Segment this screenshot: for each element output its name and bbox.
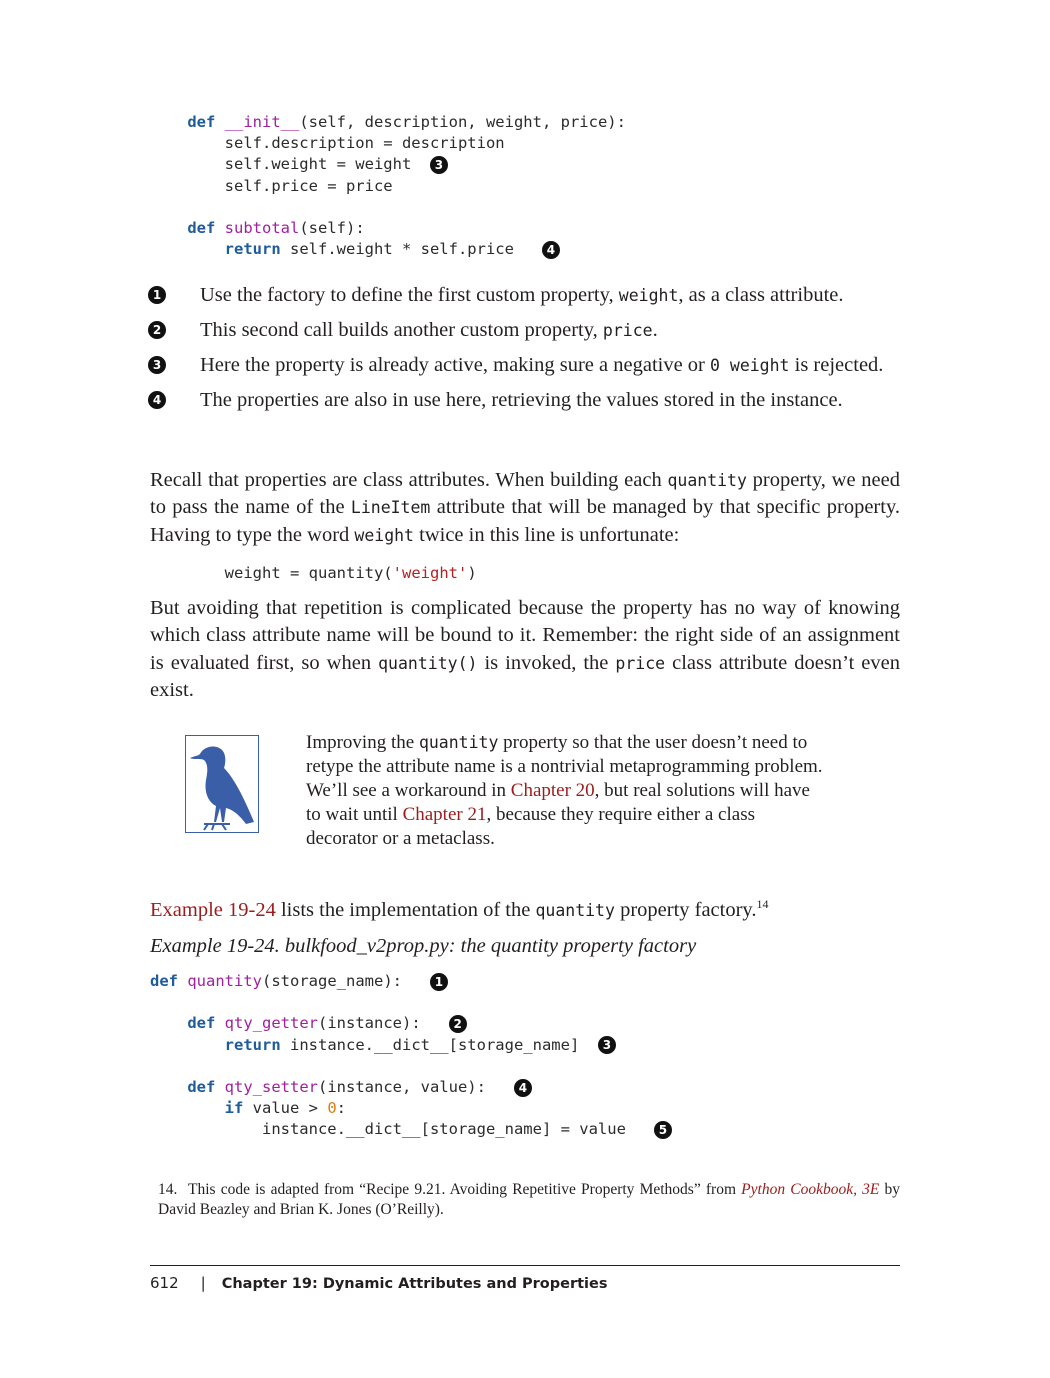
callout-text: .	[652, 319, 658, 341]
callout-list: 1 Use the factory to define the first cu…	[148, 282, 900, 422]
chapter-20-link[interactable]: Chapter 20	[511, 780, 595, 801]
getter-function-name: qty_getter	[224, 1014, 318, 1033]
body-paragraph: But avoiding that repetition is complica…	[150, 595, 900, 704]
callout-number: 2	[148, 321, 166, 339]
callout-text: , as a class attribute.	[678, 284, 844, 306]
code-line-weight: self.weight = weight	[224, 155, 412, 174]
chapter-21-link[interactable]: Chapter 21	[403, 804, 487, 825]
body-paragraph: Example 19-24 lists the implementation o…	[150, 891, 900, 924]
if-keyword: if	[224, 1099, 244, 1118]
callout-text: The properties are also in use here, ret…	[200, 389, 843, 411]
code-string: 'weight'	[392, 564, 468, 582]
code-paren: )	[467, 564, 477, 582]
return-expression: self.weight * self.price	[290, 240, 514, 259]
colon: :	[336, 1099, 347, 1118]
python-cookbook-link[interactable]: Python Cookbook, 3E	[741, 1181, 879, 1198]
inline-code: 0 weight	[710, 356, 790, 375]
page-footer: 612 | Chapter 19: Dynamic Attributes and P…	[150, 1272, 608, 1295]
code-line-description: self.description = description	[224, 134, 505, 153]
code-operator: =	[280, 564, 309, 582]
def-keyword: def	[187, 113, 216, 131]
def-keyword: def	[187, 219, 216, 238]
inline-code: weight	[354, 525, 414, 545]
setter-args: (instance, value):	[318, 1078, 486, 1097]
callout-marker-5: 5	[653, 1120, 672, 1139]
callout-text: Here the property is already active, mak…	[200, 354, 711, 376]
inline-code: quantity	[418, 733, 499, 752]
callout-item: 2 This second call builds another custom…	[148, 317, 900, 344]
subtotal-args: (self):	[299, 219, 365, 238]
callout-number: 1	[148, 286, 166, 304]
callout-marker-3: 3	[429, 155, 448, 174]
number-literal: 0	[327, 1099, 337, 1118]
text: Recall that properties are class attribu…	[150, 469, 668, 491]
body-paragraph: Recall that properties are class attribu…	[150, 467, 900, 549]
callout-number: 4	[148, 391, 166, 409]
callout-text: is rejected.	[789, 354, 884, 376]
inline-code: price	[615, 653, 666, 673]
def-keyword: def	[187, 1014, 216, 1033]
example-19-24-link[interactable]: Example 19-24	[150, 899, 276, 921]
callout-marker-4: 4	[513, 1078, 532, 1097]
text: This code is adapted from “Recipe 9.21. …	[188, 1181, 742, 1198]
callout-item: 3 Here the property is already active, m…	[148, 352, 900, 379]
code-line-example: weight = quantity('weight')	[150, 563, 477, 584]
def-keyword: def	[187, 1078, 216, 1097]
def-keyword: def	[150, 972, 178, 990]
footer-separator: |	[200, 1274, 206, 1292]
return-keyword: return	[224, 1035, 281, 1054]
init-method-name: __init__	[224, 113, 300, 131]
callout-marker-3: 3	[597, 1036, 616, 1055]
callout-marker-4: 4	[541, 240, 560, 259]
return-keyword: return	[224, 240, 281, 259]
code-lhs: weight	[224, 564, 281, 582]
crow-icon	[185, 735, 259, 833]
code-call: quantity(	[308, 564, 393, 582]
footer-rule	[150, 1265, 900, 1266]
subtotal-method-name: subtotal	[224, 219, 300, 238]
setter-function-name: qty_setter	[224, 1078, 318, 1097]
footnote-ref-14[interactable]: 14	[756, 897, 768, 911]
getter-args: (instance):	[318, 1014, 421, 1033]
footnote-14: 14. This code is adapted from “Recipe 9.2…	[158, 1180, 900, 1220]
inline-code: quantity	[535, 900, 615, 920]
code-block-bottom: def quantity(storage_name): 1 def qty_ge…	[150, 971, 672, 1141]
assign-statement: instance.__dict__[storage_name] = value	[261, 1120, 626, 1139]
return-expression: instance.__dict__[storage_name]	[290, 1035, 580, 1054]
callout-item: 4 The properties are also in use here, r…	[148, 387, 900, 414]
callout-item: 1 Use the factory to define the first cu…	[148, 282, 900, 309]
running-chapter-title: Chapter 19: Dynamic Attributes and Prope…	[221, 1276, 608, 1292]
factory-args: (storage_name):	[262, 972, 402, 990]
inline-code: price	[602, 321, 653, 340]
callout-number: 3	[148, 356, 166, 374]
callout-text: This second call builds another custom p…	[200, 319, 603, 341]
callout-marker-1: 1	[429, 972, 448, 991]
inline-code: quantity()	[378, 653, 478, 673]
code-line-price: self.price = price	[224, 176, 393, 195]
footnote-number: 14.	[158, 1181, 178, 1198]
text: lists the implementation of the	[275, 898, 536, 921]
callout-marker-2: 2	[448, 1014, 467, 1033]
code-block-top: def __init__(self, description, weight, …	[150, 112, 626, 260]
inline-code: weight	[618, 286, 679, 305]
init-args: (self, description, weight, price):	[299, 113, 626, 131]
page-number: 612	[150, 1274, 179, 1292]
inline-code: quantity	[667, 471, 747, 490]
example-caption: Example 19-24. bulkfood_v2prop.py: the q…	[150, 935, 697, 957]
text: Improving the	[306, 732, 419, 753]
note-text: Improving the quantity property so that …	[306, 731, 828, 851]
text: twice in this line is unfortunate:	[414, 523, 680, 546]
inline-code: LineItem	[350, 498, 431, 518]
factory-function-name: quantity	[187, 972, 262, 990]
callout-text: Use the factory to define the first cust…	[200, 284, 619, 306]
text: property factory.	[614, 898, 757, 921]
text: is invoked, the	[477, 651, 616, 674]
if-expression: value >	[252, 1099, 328, 1118]
